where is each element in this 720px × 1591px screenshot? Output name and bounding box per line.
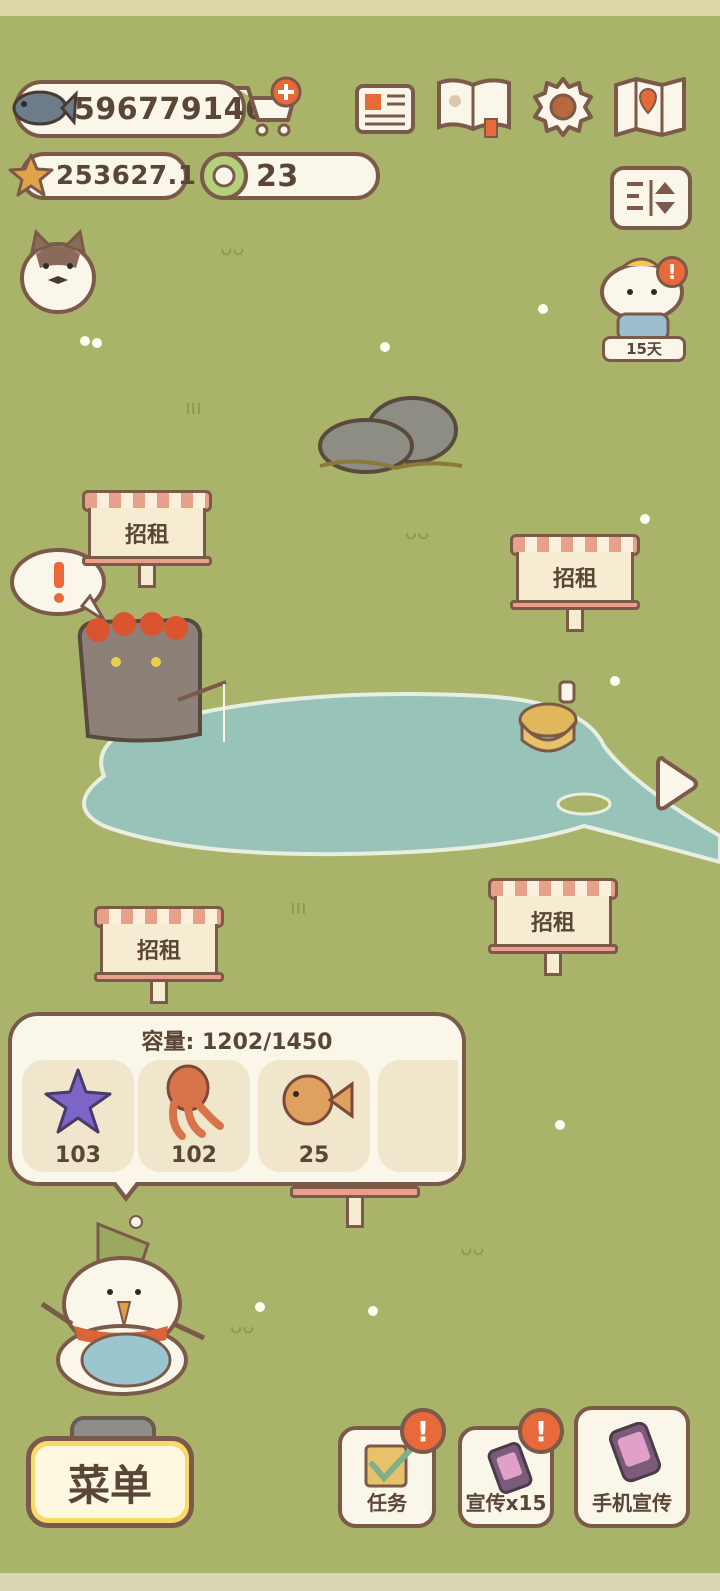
flower <box>640 514 650 524</box>
flower <box>255 1302 265 1312</box>
top-status-strip <box>0 0 720 16</box>
inventory-slot-starfish[interactable]: 103 <box>22 1060 134 1172</box>
cat-book-icon[interactable] <box>434 76 514 138</box>
rocks <box>316 396 466 480</box>
phone-icon <box>609 1422 661 1483</box>
rent-sign-label: 招租 <box>516 552 634 604</box>
inventory-slot-empty[interactable] <box>378 1060 458 1172</box>
fishing-cat[interactable] <box>68 600 238 750</box>
hidden-sign-base <box>290 1186 420 1230</box>
rent-sign[interactable]: 招租 <box>82 490 212 590</box>
menu-button-label: 菜单 <box>35 1446 185 1518</box>
flower <box>80 336 90 346</box>
task-alert-badge: ! <box>400 1408 446 1454</box>
ring-icon <box>198 150 250 206</box>
star-amount: 253627.1 <box>56 161 197 191</box>
flower <box>555 1120 565 1130</box>
rent-sign[interactable]: 招租 <box>488 878 618 978</box>
phone-promotion-label: 手机宣传 <box>592 1491 672 1515</box>
promotion-alert-badge: ! <box>518 1408 564 1454</box>
sort-toggle-button[interactable] <box>610 166 692 230</box>
starfish-icon <box>44 1068 112 1134</box>
flower <box>92 338 102 348</box>
octopus-icon <box>166 1064 224 1140</box>
ring-amount: 23 <box>256 158 299 194</box>
next-area-arrow[interactable] <box>654 754 700 818</box>
checklist-icon <box>364 1444 415 1488</box>
map-icon[interactable] <box>612 76 688 138</box>
flower <box>538 304 548 314</box>
sort-icon <box>627 180 675 216</box>
fish-icon <box>8 82 78 140</box>
flower <box>610 676 620 686</box>
gear-icon[interactable] <box>530 76 596 138</box>
phone-promotion-button[interactable]: 手机宣传 <box>574 1406 690 1528</box>
item-count: 103 <box>55 1143 101 1168</box>
grass-tuft: ᴗᴗ <box>220 236 245 260</box>
item-count: 102 <box>171 1143 217 1168</box>
capacity-label: 容量: 1202/1450 <box>141 1030 333 1055</box>
newspaper-icon[interactable] <box>352 78 418 140</box>
rent-sign-label: 招租 <box>494 896 612 948</box>
grass-tuft: ııı <box>185 395 202 419</box>
inventory-slot-octopus[interactable]: 102 <box>138 1060 250 1172</box>
grass-tuft: ᴗᴗ <box>460 1236 485 1260</box>
rent-sign[interactable]: 招租 <box>510 534 640 634</box>
item-count: 25 <box>298 1143 330 1168</box>
cat-avatar[interactable] <box>18 228 98 314</box>
grass-tuft: ᴗᴗ <box>230 1314 255 1338</box>
rent-sign-label: 招租 <box>88 508 206 560</box>
menu-button[interactable]: 菜单 <box>26 1436 194 1528</box>
inventory-panel: 容量: 1202/1450 103 102 25 <box>8 1012 466 1202</box>
pufferfish-icon <box>282 1074 354 1126</box>
rent-sign-label: 招租 <box>100 924 218 976</box>
grass-tuft: ııı <box>290 895 307 919</box>
event-alert-badge: ! <box>656 256 688 288</box>
snowman-character[interactable] <box>38 1214 208 1398</box>
bottom-strip <box>0 1573 720 1591</box>
star-icon <box>8 152 54 202</box>
flower <box>380 342 390 352</box>
event-days-label: 15天 <box>602 336 686 362</box>
flower <box>368 1306 378 1316</box>
floating-pot[interactable] <box>518 680 580 764</box>
inventory-slot-pufferfish[interactable]: 25 <box>258 1060 370 1172</box>
rent-sign[interactable]: 招租 <box>94 906 224 1006</box>
shop-cart-add-icon[interactable] <box>232 76 304 146</box>
grass-tuft: ᴗᴗ <box>405 520 430 544</box>
